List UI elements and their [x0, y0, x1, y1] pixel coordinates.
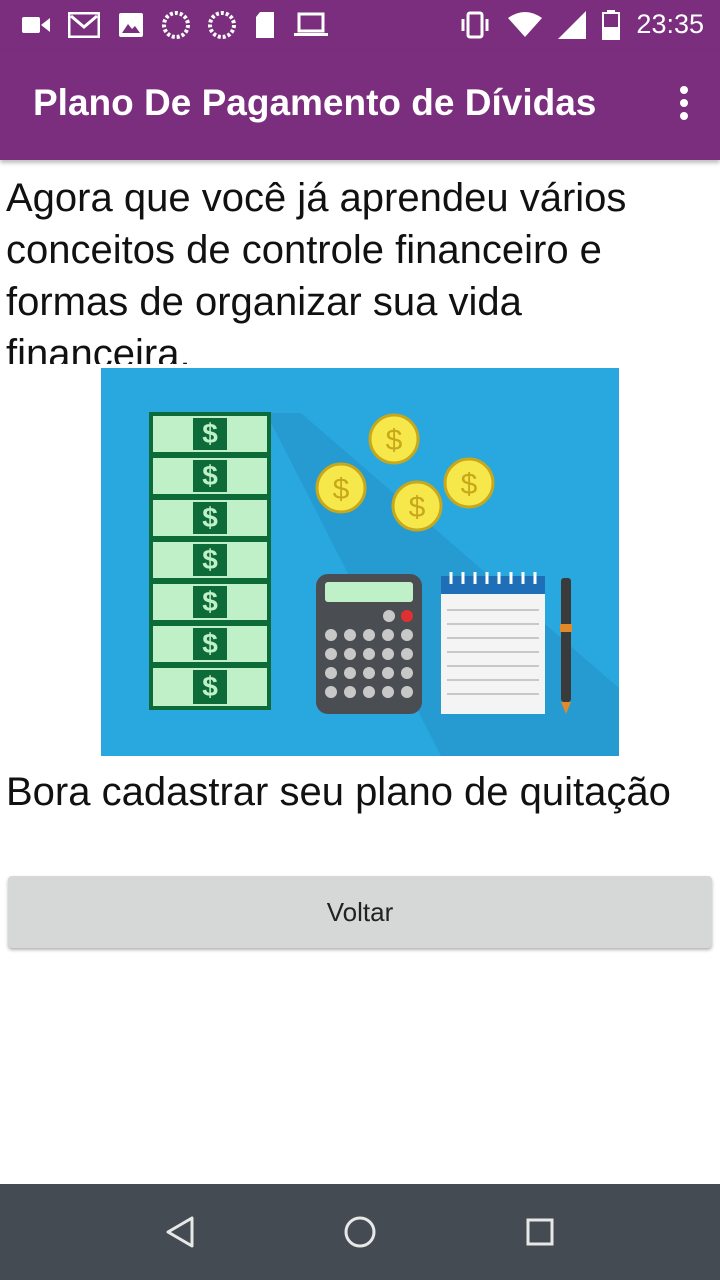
cta-text: Bora cadastrar seu plano de quitação [6, 770, 671, 814]
banknote-stack: $ $ $ $ $ $ $ [149, 412, 271, 710]
svg-text:$: $ [333, 473, 350, 506]
svg-text:$: $ [202, 628, 218, 659]
svg-text:$: $ [202, 418, 218, 449]
status-bar: 23:35 [0, 0, 720, 50]
back-icon[interactable] [156, 1208, 204, 1256]
intro-text: Agora que você já aprendeu vários concei… [6, 176, 627, 364]
sd-card-icon [256, 12, 274, 38]
svg-text:$: $ [202, 671, 218, 702]
video-icon [22, 17, 50, 33]
navigation-bar [0, 1184, 720, 1280]
svg-text:$: $ [409, 491, 426, 524]
notification-icons [22, 10, 328, 40]
svg-text:$: $ [461, 468, 478, 501]
svg-text:$: $ [202, 460, 218, 491]
svg-text:$: $ [202, 502, 218, 533]
laptop-icon [294, 12, 328, 36]
calculator [316, 574, 422, 714]
more-vert-icon[interactable] [678, 86, 690, 124]
app-bar: Plano De Pagamento de Dívidas [0, 50, 720, 160]
finance-illustration: $ $ $ $ $ $ $ $ $ $ $ [101, 368, 619, 756]
system-icons [458, 10, 620, 40]
signal-icon [558, 11, 586, 39]
recents-icon[interactable] [516, 1208, 564, 1256]
battery-icon [602, 10, 620, 40]
vibrate-icon [461, 11, 489, 39]
image-icon [119, 13, 143, 37]
svg-text:$: $ [202, 586, 218, 617]
svg-text:$: $ [386, 424, 403, 457]
gmail-icon [68, 12, 100, 38]
home-icon[interactable] [336, 1208, 384, 1256]
spinner-icon [208, 11, 236, 39]
status-time: 23:35 [636, 9, 704, 39]
wifi-icon [508, 12, 542, 37]
spinner-icon [162, 11, 190, 39]
notepad [441, 572, 545, 714]
back-button[interactable]: Voltar [8, 876, 712, 948]
pen [560, 578, 572, 714]
svg-text:$: $ [202, 544, 218, 575]
page-title: Plano De Pagamento de Dívidas [33, 82, 597, 123]
